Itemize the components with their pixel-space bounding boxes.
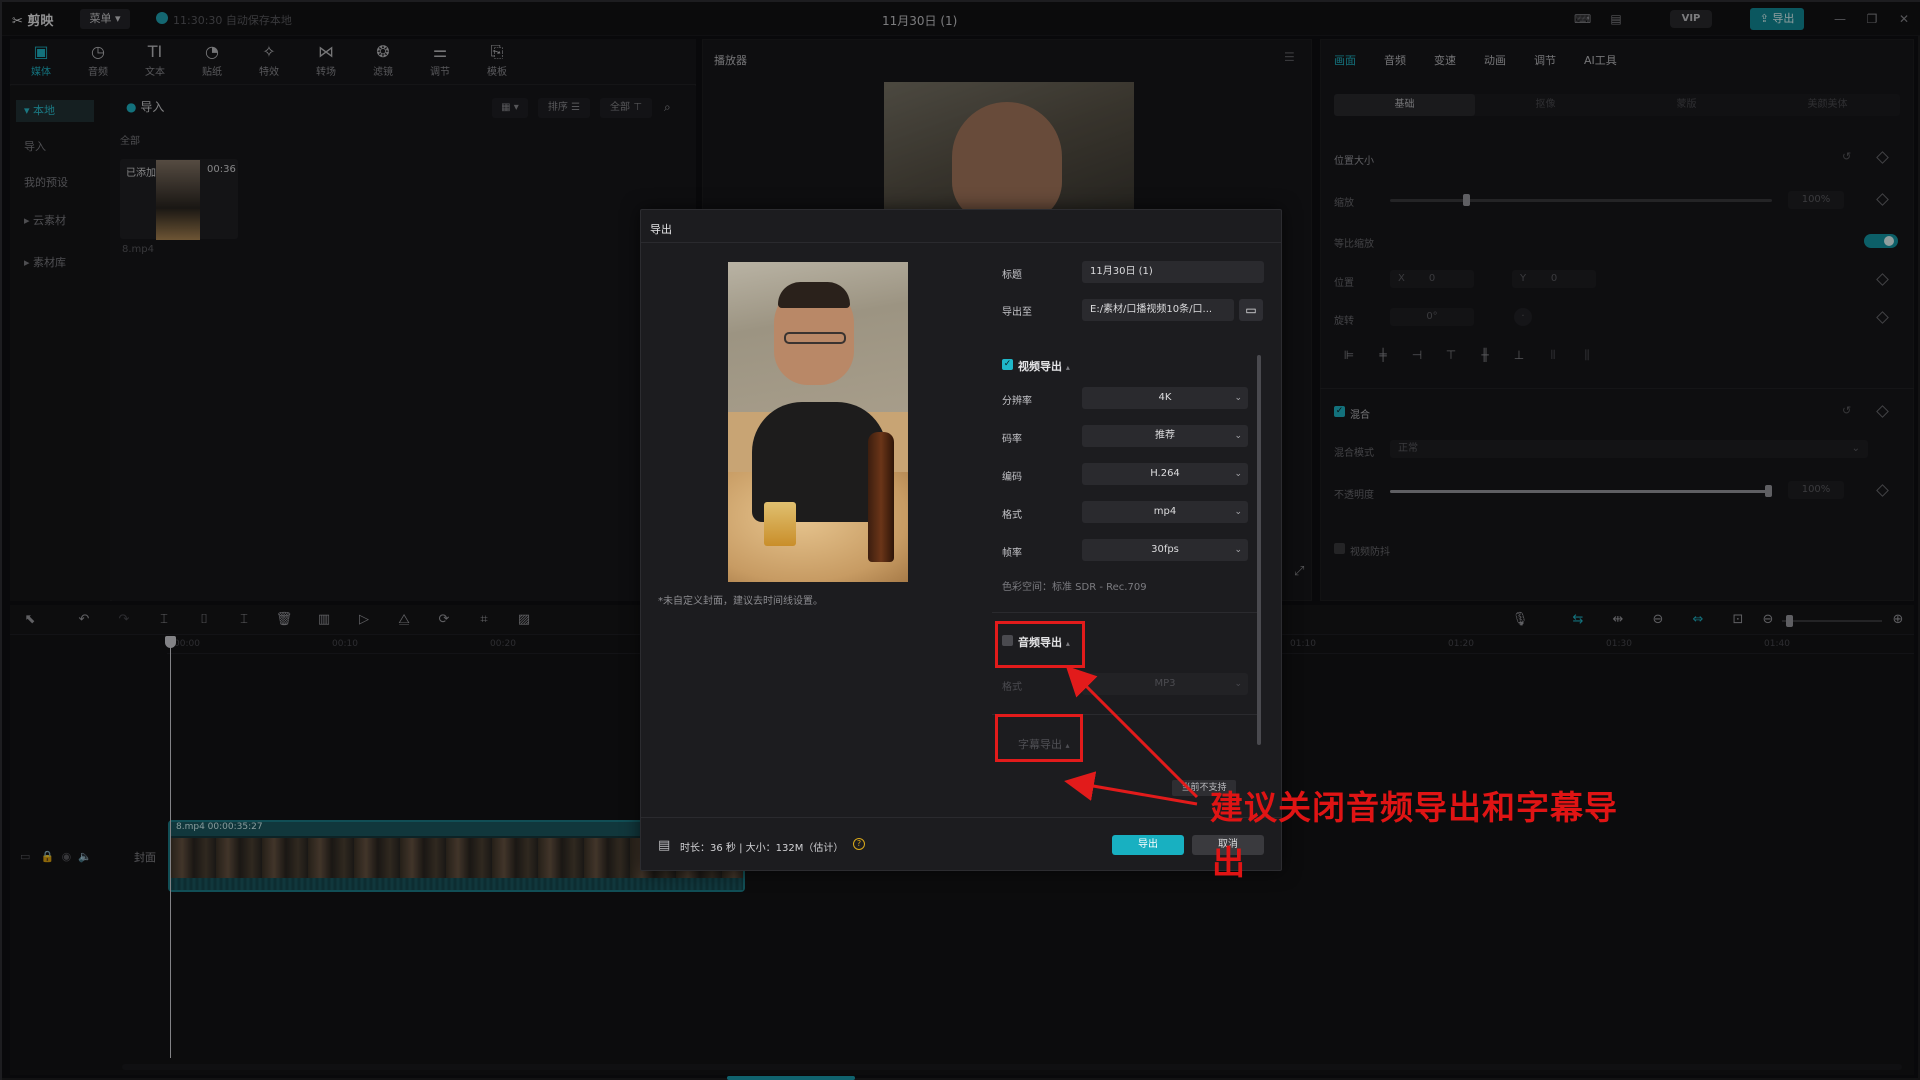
annotation-arrow-audio	[1065, 665, 1199, 799]
annotation-text-2: 出	[1212, 843, 1245, 882]
annotation-arrows	[1064, 665, 1199, 806]
annotation-text: 建议关闭音频导出和字幕导	[1210, 788, 1618, 827]
annotation-arrow-subtitle	[1064, 771, 1198, 806]
